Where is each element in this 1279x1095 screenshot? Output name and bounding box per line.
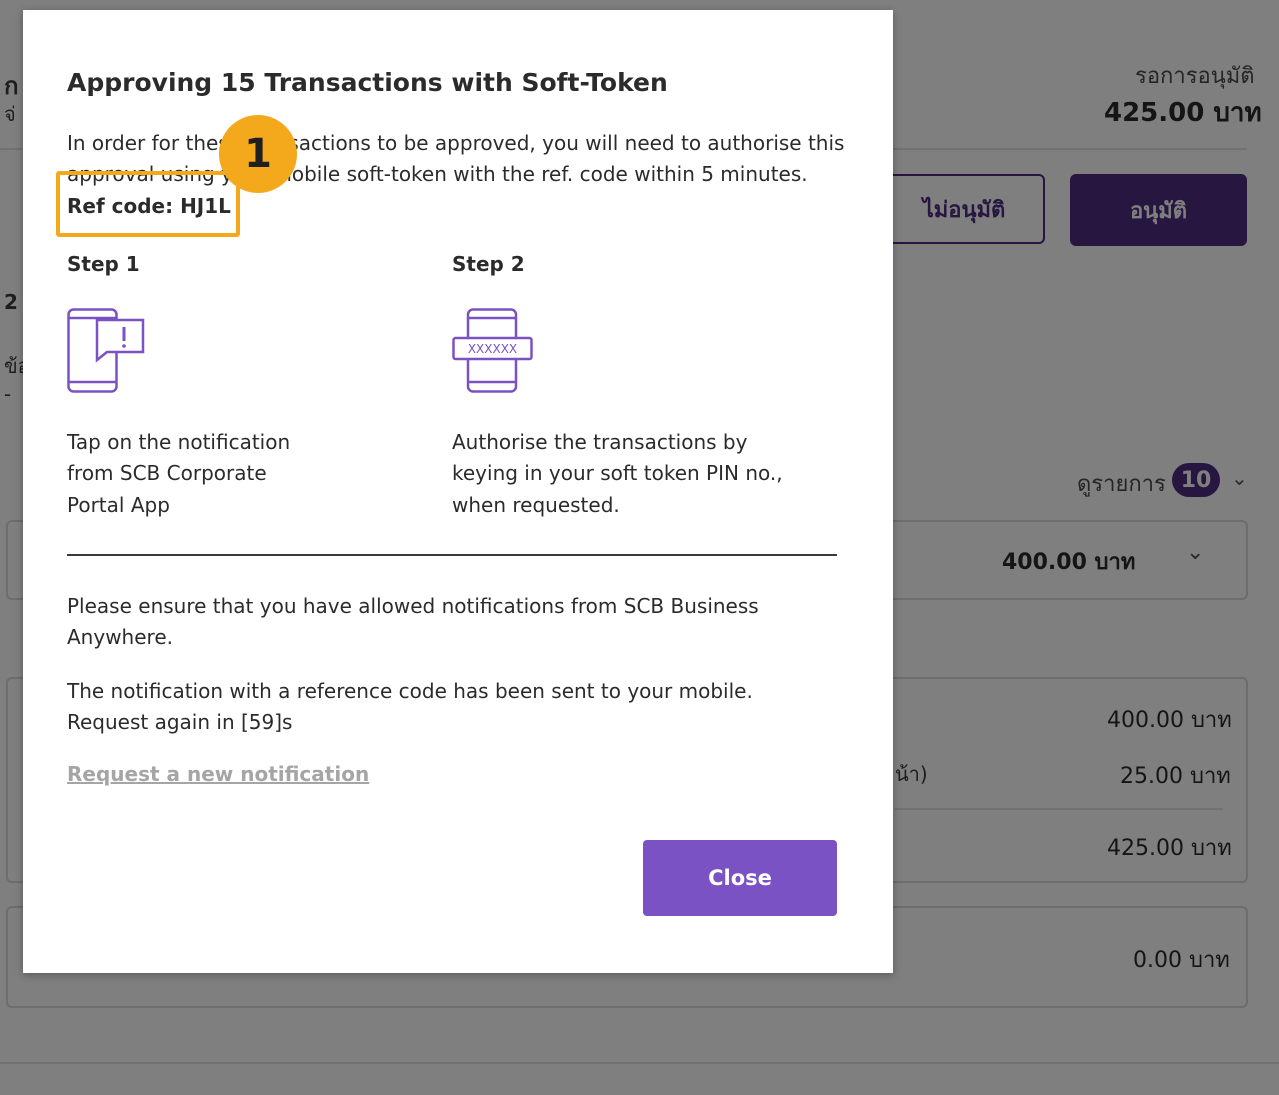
pin-placeholder: XXXXXX [468, 342, 517, 356]
step2-label: Step 2 [452, 252, 525, 276]
modal-divider [67, 554, 837, 556]
phone-pin-icon: XXXXXX [452, 308, 533, 393]
step1-line-1: Tap on the notification [67, 430, 291, 454]
ensure-line-2: Anywhere. [67, 625, 173, 649]
soft-token-modal: Approving 15 Transactions with Soft-Toke… [23, 10, 893, 973]
sent-line-1: The notification with a reference code h… [67, 679, 753, 703]
step2-line-1: Authorise the transactions by [452, 430, 748, 454]
annotation-number-badge: 1 [219, 115, 297, 193]
modal-title: Approving 15 Transactions with Soft-Toke… [67, 68, 668, 97]
request-new-notification-link[interactable]: Request a new notification [67, 762, 369, 786]
step2-line-2: keying in your soft token PIN no., [452, 461, 783, 485]
sent-line-2: Request again in [59]s [67, 710, 293, 734]
intro-line-1: In order for these transactions to be ap… [67, 131, 845, 155]
step1-label: Step 1 [67, 252, 140, 276]
phone-notification-icon [67, 308, 145, 393]
close-button[interactable]: Close [643, 840, 837, 916]
step1-line-3: Portal App [67, 493, 170, 517]
annotation-highlight-box [56, 171, 240, 237]
step2-line-3: when requested. [452, 493, 620, 517]
ensure-line-1: Please ensure that you have allowed noti… [67, 594, 759, 618]
step1-line-2: from SCB Corporate [67, 461, 267, 485]
